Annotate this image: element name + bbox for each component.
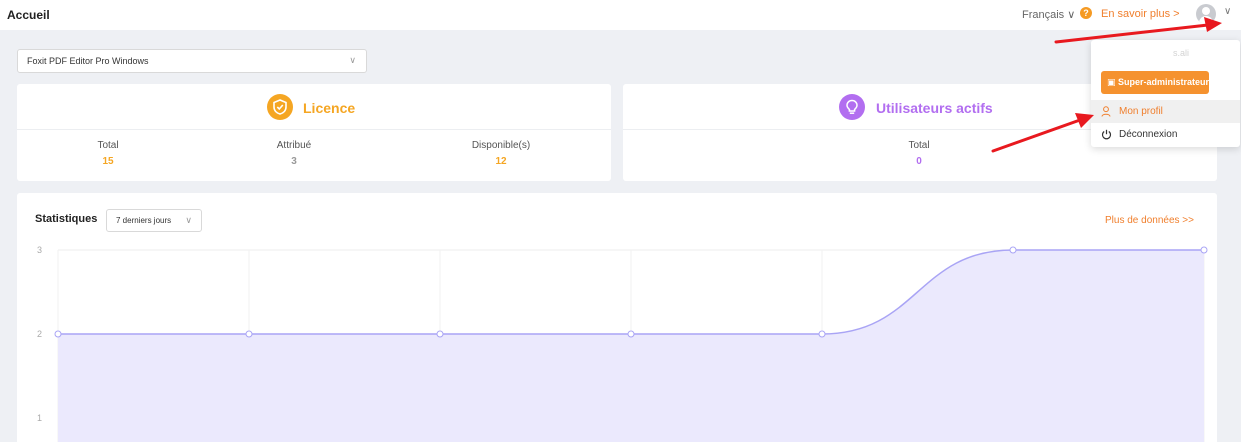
- y-tick-label: 3: [37, 245, 42, 255]
- area-chart: 3 2 1: [37, 245, 1208, 442]
- product-select-value: Foxit PDF Editor Pro Windows: [27, 56, 149, 66]
- stat-label: Disponible(s): [471, 140, 531, 151]
- data-point: [245, 330, 253, 338]
- learn-more-link[interactable]: En savoir plus >: [1101, 8, 1180, 20]
- licence-title: Licence: [303, 100, 356, 116]
- licence-available: Disponible(s) 12: [406, 140, 596, 167]
- user-menu: ▣ Super-administrateur Mon profil Déconn…: [1091, 40, 1240, 147]
- data-point: [1200, 246, 1208, 254]
- licence-total: Total 15: [13, 140, 203, 167]
- chevron-down-icon: ∨: [349, 55, 356, 65]
- data-point: [818, 330, 826, 338]
- data-point: [627, 330, 635, 338]
- licence-card: Licence Total 15 Attribué 3 Disponible(s…: [17, 84, 611, 181]
- user-menu-faded-text: s.ali: [1173, 48, 1190, 58]
- help-icon[interactable]: ?: [1080, 7, 1092, 19]
- menu-item-profile[interactable]: Mon profil: [1091, 100, 1240, 123]
- stat-value: 15: [102, 156, 114, 167]
- stat-label: Attribué: [276, 140, 312, 151]
- lightbulb-icon: [839, 94, 865, 120]
- data-point: [436, 330, 444, 338]
- shield-check-icon: [267, 94, 293, 120]
- statistics-card: Statistiques 7 derniers jours ∨ Plus de …: [17, 193, 1217, 442]
- stat-value: 12: [495, 156, 507, 167]
- data-point: [1009, 246, 1017, 254]
- data-point: [54, 330, 62, 338]
- top-bar: Accueil Français ∨ ? En savoir plus > ∨: [0, 0, 1241, 30]
- product-select[interactable]: Foxit PDF Editor Pro Windows ∨: [17, 49, 367, 73]
- power-icon: [1101, 123, 1112, 149]
- role-badge: ▣ Super-administrateur: [1101, 71, 1209, 94]
- role-label: Super-administrateur: [1118, 77, 1210, 87]
- chevron-down-icon[interactable]: ∨: [1224, 6, 1231, 17]
- menu-item-logout[interactable]: Déconnexion: [1091, 123, 1240, 146]
- language-selector[interactable]: Français ∨: [1022, 8, 1075, 21]
- page-title: Accueil: [7, 8, 50, 22]
- y-tick-label: 2: [37, 329, 42, 339]
- menu-item-label: Mon profil: [1119, 106, 1163, 117]
- active-users-total: Total 0: [824, 140, 1014, 167]
- stat-label: Total: [97, 140, 119, 151]
- menu-item-label: Déconnexion: [1119, 129, 1178, 140]
- avatar[interactable]: [1196, 4, 1216, 24]
- y-tick-label: 1: [37, 413, 42, 423]
- active-users-title: Utilisateurs actifs: [876, 100, 993, 116]
- stat-value: 3: [291, 156, 297, 167]
- stat-value: 0: [916, 156, 922, 167]
- admin-badge-icon: ▣: [1107, 77, 1119, 87]
- licence-assigned: Attribué 3: [199, 140, 389, 167]
- stat-label: Total: [908, 140, 930, 151]
- licence-card-header: Licence: [17, 84, 611, 130]
